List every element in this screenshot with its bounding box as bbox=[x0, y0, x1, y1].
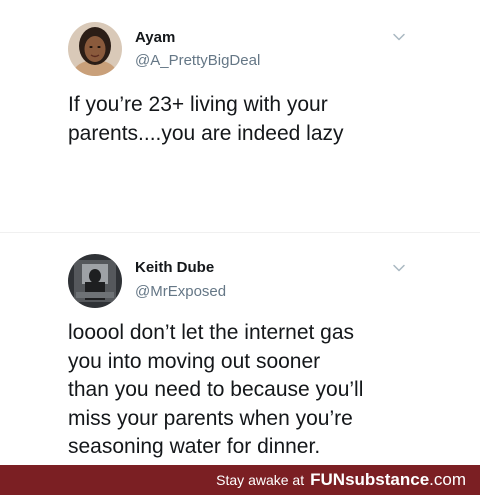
avatar[interactable] bbox=[68, 254, 122, 308]
author-name[interactable]: Ayam bbox=[135, 29, 175, 46]
author-name[interactable]: Keith Dube bbox=[135, 259, 214, 276]
watermark-footer: Stay awake at FUNsubstance.com bbox=[0, 465, 480, 495]
tweet-text-line: parents....you are indeed lazy bbox=[68, 121, 344, 145]
tweet-text-line: miss your parents when you’re bbox=[68, 406, 353, 430]
tweet-1: Ayam @A_PrettyBigDeal If you’re 23+ livi… bbox=[0, 0, 480, 232]
author-handle[interactable]: @MrExposed bbox=[135, 283, 226, 300]
chevron-down-icon[interactable] bbox=[392, 30, 406, 44]
tweet-text-line: looool don’t let the internet gas bbox=[68, 321, 355, 344]
brand-logo[interactable]: FUNsubstance.com bbox=[310, 470, 466, 490]
chevron-down-icon[interactable] bbox=[392, 261, 406, 275]
tweet-text-line: you into moving out sooner bbox=[68, 349, 321, 373]
brand-rest: substance bbox=[345, 470, 430, 489]
brand-bold: FUN bbox=[310, 470, 346, 489]
tweet-text-line: than you need to because you’ll bbox=[68, 378, 364, 401]
avatar[interactable] bbox=[68, 22, 122, 76]
footer-text: Stay awake at bbox=[216, 472, 305, 488]
tweet-text: looool don’t let the internet gas you in… bbox=[68, 319, 468, 462]
tweet-text-line: If you’re 23+ living with your bbox=[68, 93, 328, 116]
avatar-photo-icon bbox=[68, 22, 122, 76]
author-handle[interactable]: @A_PrettyBigDeal bbox=[135, 52, 260, 69]
brand-suffix: .com bbox=[429, 470, 466, 489]
tweet-text-line: seasoning water for dinner. bbox=[68, 435, 321, 458]
avatar-photo-icon bbox=[68, 254, 122, 308]
tweet-text: If you’re 23+ living with your parents..… bbox=[68, 91, 468, 148]
tweet-2: Keith Dube @MrExposed looool don’t let t… bbox=[0, 232, 480, 466]
